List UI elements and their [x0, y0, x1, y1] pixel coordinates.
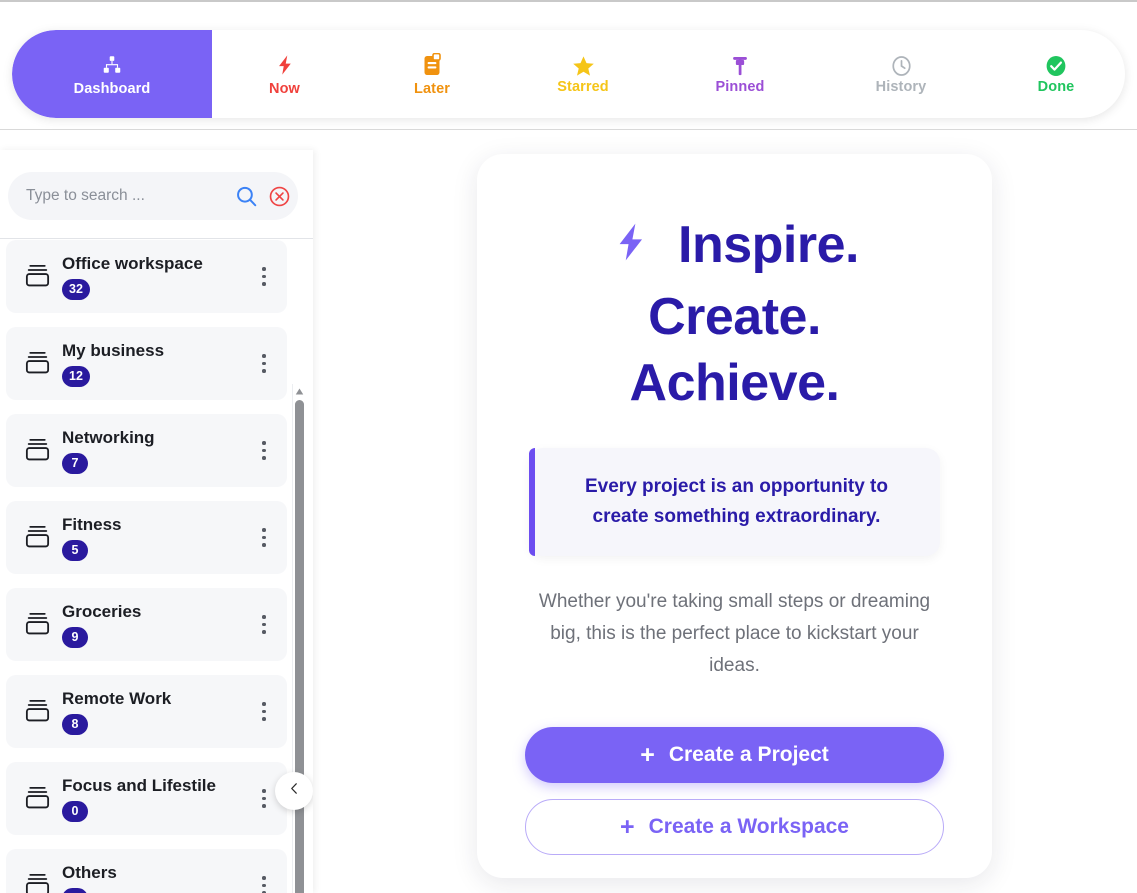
create-workspace-button[interactable]: + Create a Workspace [525, 799, 944, 855]
nav-tab-label: Done [1037, 79, 1075, 95]
workspace-title: Groceries [62, 601, 142, 621]
workspace-count-badge: 5 [62, 539, 88, 561]
quote-callout: Every project is an opportunity to creat… [529, 448, 940, 556]
workspace-title: Others [62, 862, 117, 882]
workspace-title: Focus and Lifestile [62, 775, 216, 795]
archive-box-icon [22, 523, 52, 552]
workspace-info: Groceries 9 [62, 602, 249, 648]
nav-tab-label: Dashboard [73, 80, 151, 97]
page-title: Inspire. Create. Achieve. [517, 212, 952, 416]
clear-search-icon[interactable] [267, 184, 292, 209]
hero-title-line-3: Achieve. [629, 354, 840, 412]
sidebar-scrollbar-track[interactable] [292, 384, 305, 893]
workspace-info: Remote Work 8 [62, 689, 249, 735]
workspace-info: Office workspace 32 [62, 254, 249, 300]
workspace-list-item[interactable]: Others 3 [6, 849, 287, 893]
nav-tab-label: Now [269, 80, 300, 97]
nav-tab-label: Pinned [715, 79, 765, 95]
nav-tab-label: History [875, 79, 927, 95]
workspace-count-badge: 7 [62, 452, 88, 474]
workspace-title: Office workspace [62, 253, 203, 273]
workspace-count-badge: 3 [62, 887, 88, 893]
quote-text: Every project is an opportunity to creat… [585, 476, 888, 527]
workspace-count-badge: 0 [62, 800, 88, 822]
hierarchy-icon [101, 52, 123, 78]
more-vertical-icon[interactable] [249, 779, 279, 819]
archive-box-icon [22, 697, 52, 726]
nav-tab-pinned[interactable]: Pinned [659, 30, 821, 118]
star-icon [571, 53, 596, 79]
workspace-info: My business 12 [62, 341, 249, 387]
workspace-list-item[interactable]: Fitness 5 [6, 501, 287, 574]
archive-box-icon [22, 784, 52, 813]
hero-subtitle: Whether you're taking small steps or dre… [538, 591, 931, 676]
create-project-label: Create a Project [668, 743, 829, 766]
search-icon[interactable] [234, 184, 259, 209]
lightning-bolt-icon [610, 222, 666, 280]
workspace-title: My business [62, 340, 165, 360]
clock-icon [890, 53, 913, 79]
check-circle-icon [1044, 53, 1068, 79]
hero-title-line-2: Create. [648, 288, 821, 346]
workspace-info: Others 3 [62, 863, 249, 893]
nav-tab-now[interactable]: Now [212, 30, 357, 118]
create-workspace-label: Create a Workspace [648, 815, 849, 838]
workspace-title: Networking [62, 427, 155, 447]
workspace-list: Office workspace 32 My business 12 Networkin… [0, 240, 290, 893]
search-input[interactable] [26, 187, 226, 205]
workspace-list-item[interactable]: Office workspace 32 [6, 240, 287, 313]
archive-box-icon [22, 610, 52, 639]
workspace-count-badge: 9 [62, 626, 88, 648]
nav-tab-label: Later [414, 80, 450, 97]
chevron-left-icon [287, 781, 302, 801]
workspace-sidebar: Office workspace 32 My business 12 Networkin… [0, 150, 313, 893]
search-bar[interactable] [8, 172, 298, 220]
lightning-bolt-icon [274, 52, 296, 78]
workspace-count-badge: 12 [62, 365, 90, 387]
workspace-list-item[interactable]: My business 12 [6, 327, 287, 400]
archive-box-icon [22, 262, 52, 291]
nav-pill-container: Dashboard Now Later Starred Pinned Histo… [12, 30, 1125, 118]
archive-box-icon [22, 436, 52, 465]
sidebar-scrollbar-thumb[interactable] [294, 400, 304, 893]
nav-tab-later[interactable]: Later [357, 30, 507, 118]
sidebar-divider [0, 238, 313, 239]
nav-tab-starred[interactable]: Starred [507, 30, 659, 118]
scroll-up-arrow-icon[interactable] [294, 386, 305, 396]
more-vertical-icon[interactable] [249, 866, 279, 893]
nav-tab-label: Starred [557, 79, 609, 95]
workspace-info: Focus and Lifestile 0 [62, 776, 249, 822]
workspace-list-item[interactable]: Remote Work 8 [6, 675, 287, 748]
create-project-button[interactable]: + Create a Project [525, 727, 944, 783]
nav-tab-done[interactable]: Done [981, 30, 1125, 118]
nav-tab-dashboard[interactable]: Dashboard [12, 30, 212, 118]
more-vertical-icon[interactable] [249, 344, 279, 384]
more-vertical-icon[interactable] [249, 692, 279, 732]
workspace-title: Fitness [62, 514, 122, 534]
workspace-info: Networking 7 [62, 428, 249, 474]
collapse-sidebar-button[interactable] [275, 772, 313, 810]
workspace-list-item[interactable]: Focus and Lifestile 0 [6, 762, 287, 835]
pin-icon [729, 53, 751, 79]
plus-icon: + [620, 812, 635, 841]
workspace-list-item[interactable]: Networking 7 [6, 414, 287, 487]
plus-icon: + [640, 740, 655, 769]
more-vertical-icon[interactable] [249, 257, 279, 297]
archive-box-icon [22, 871, 52, 893]
workspace-count-badge: 32 [62, 278, 90, 300]
more-vertical-icon[interactable] [249, 518, 279, 558]
workspace-count-badge: 8 [62, 713, 88, 735]
workspace-title: Remote Work [62, 688, 172, 708]
nav-tab-history[interactable]: History [821, 30, 981, 118]
more-vertical-icon[interactable] [249, 605, 279, 645]
archive-box-icon [22, 349, 52, 378]
welcome-hero-card: Inspire. Create. Achieve. Every project … [477, 154, 992, 878]
workspace-info: Fitness 5 [62, 515, 249, 561]
clipboard-icon [422, 52, 442, 78]
top-navigation-bar: Dashboard Now Later Starred Pinned Histo… [0, 0, 1137, 130]
more-vertical-icon[interactable] [249, 431, 279, 471]
workspace-list-item[interactable]: Groceries 9 [6, 588, 287, 661]
hero-title-line-1: Inspire. [678, 216, 859, 274]
